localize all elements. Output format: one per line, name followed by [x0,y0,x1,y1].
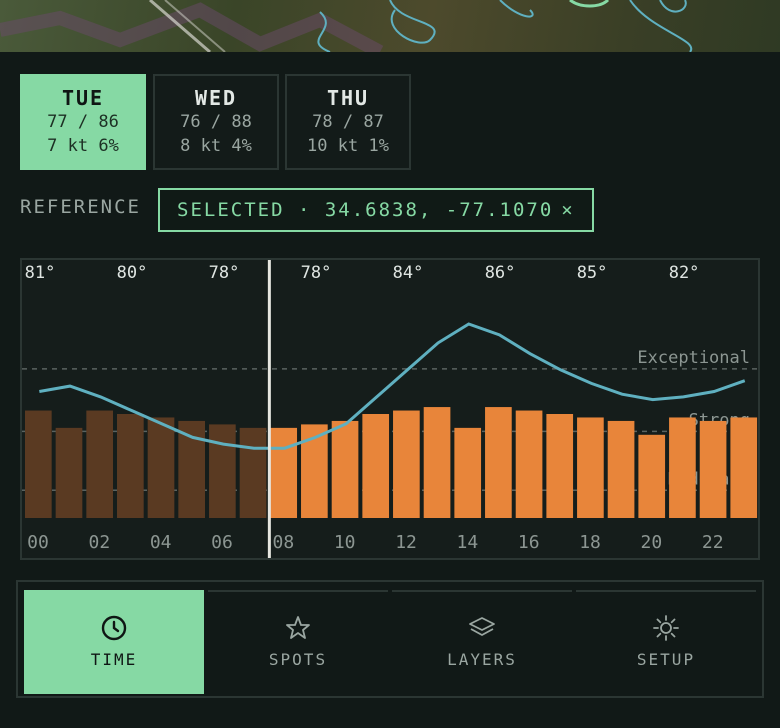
selected-location-text: SELECTED · 34.6838, -77.1070 [177,199,554,221]
day-tab-name: TUE [61,86,105,110]
temperature-label: 85° [577,263,608,283]
nav-time-button[interactable]: TIME [24,590,204,694]
temperature-label: 84° [393,263,424,283]
hour-tick-label: 20 [641,532,663,553]
hourly-bar [546,414,574,518]
hour-tick-label: 22 [702,532,724,553]
hour-tick-label: 12 [395,532,417,553]
hourly-bar [454,427,482,518]
temperature-label: 80° [117,263,148,283]
hourly-bar [699,420,727,518]
hour-tick-label: 00 [27,532,49,553]
reference-label: REFERENCE [20,196,141,218]
map-background[interactable] [0,0,780,53]
day-tab-temps: 77 / 86 [47,112,119,132]
nav-layers-label: LAYERS [447,650,517,669]
hourly-bar [25,410,52,518]
day-tab-name: THU [326,86,370,110]
hourly-bar [423,407,451,518]
day-tab-wind: 8 kt 4% [180,136,252,156]
hour-tick-label: 10 [334,532,356,553]
hourly-bar [638,434,666,518]
hourly-bar [393,410,420,518]
temperature-label: 78° [209,263,240,283]
hourly-chart[interactable]: ExceptionalStrongModerate81°80°78°78°84°… [20,258,760,560]
threshold-label: Exceptional [637,348,750,368]
close-icon[interactable]: × [561,199,574,221]
day-tab-temps: 76 / 88 [180,112,252,132]
hour-tick-label: 18 [579,532,601,553]
hour-tick-label: 08 [273,532,295,553]
nav-time-label: TIME [90,650,138,669]
nav-spots-label: SPOTS [268,650,328,669]
hourly-bar [117,414,144,518]
hourly-bar [209,424,236,518]
hourly-bar [485,407,512,518]
temperature-label: 86° [485,263,516,283]
day-tab-thu[interactable]: THU 78 / 87 10 kt 1% [285,74,411,170]
forecast-panel: TUE 77 / 86 7 kt 6% WED 76 / 88 8 kt 4% … [0,52,780,728]
hour-tick-label: 02 [88,532,110,553]
hour-tick-label: 04 [150,532,172,553]
hourly-bar [239,427,267,518]
nav-layers-button[interactable]: LAYERS [392,590,572,694]
hourly-bar [669,417,696,518]
hour-tick-label: 14 [457,532,479,553]
hourly-bar [86,410,114,518]
hourly-bar [270,427,298,518]
clock-icon [101,615,127,641]
sun-gear-icon [653,615,679,641]
hourly-bar [577,417,604,518]
hour-tick-label: 16 [518,532,540,553]
nav-spots-button[interactable]: SPOTS [208,590,388,694]
nav-setup-button[interactable]: SETUP [576,590,756,694]
hourly-bar [362,414,390,518]
day-tab-name: WED [194,86,238,110]
star-icon [286,616,310,639]
temperature-label: 81° [25,263,56,283]
bottom-nav: TIME SPOTS LAYERS SETUP [16,580,764,698]
hourly-chart-svg: ExceptionalStrongModerate81°80°78°78°84°… [22,260,758,558]
hourly-bar [730,417,758,518]
hourly-bar [147,417,175,518]
day-tab-tue[interactable]: TUE 77 / 86 7 kt 6% [20,74,146,170]
temperature-label: 78° [301,263,332,283]
day-tab-wind: 7 kt 6% [47,136,119,156]
hourly-bar [515,410,543,518]
day-tab-temps: 78 / 87 [312,112,384,132]
hourly-bar [55,427,83,518]
day-tab-wind: 10 kt 1% [307,136,389,156]
temperature-label: 82° [669,263,700,283]
hourly-bar [607,420,635,518]
selected-location-chip[interactable]: SELECTED · 34.6838, -77.1070 × [158,188,594,232]
day-tab-wed[interactable]: WED 76 / 88 8 kt 4% [153,74,279,170]
temperature-line [39,322,746,450]
hourly-bar [331,420,359,518]
layers-icon [469,617,495,636]
hour-tick-label: 06 [211,532,233,553]
nav-setup-label: SETUP [636,650,696,669]
